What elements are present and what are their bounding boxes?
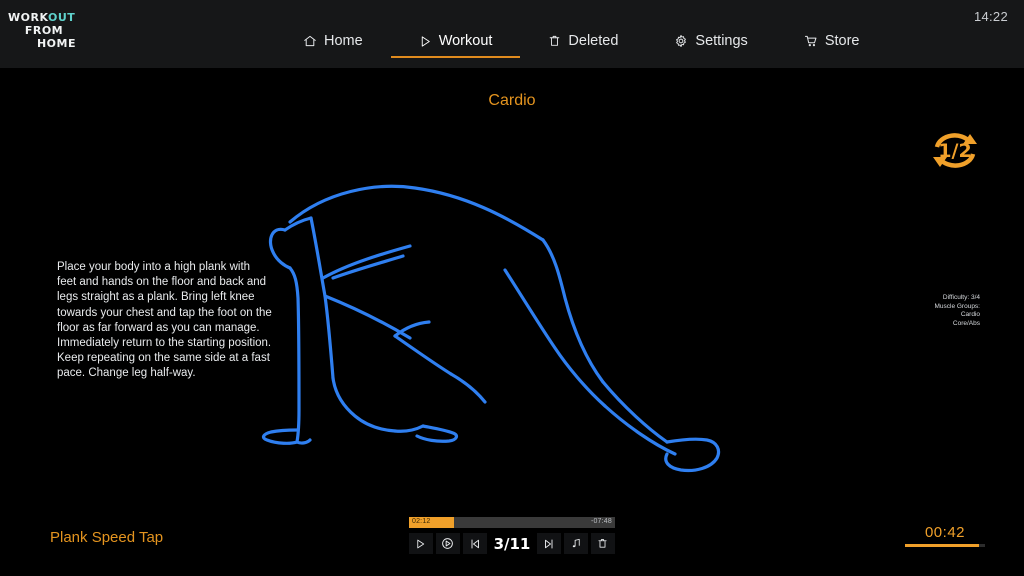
- circled-play-icon: [442, 538, 454, 549]
- system-clock: 14:22: [973, 9, 1008, 24]
- nav-item-deleted[interactable]: Deleted: [520, 33, 646, 58]
- music-button[interactable]: [564, 533, 588, 554]
- previous-button[interactable]: [462, 533, 487, 554]
- logo-text-from: FROM: [24, 24, 64, 37]
- difficulty-label: Difficulty: 3/4: [942, 294, 980, 301]
- app-logo: WORKOUT FROM HOME: [8, 11, 80, 50]
- nav-item-home[interactable]: Home: [275, 33, 391, 58]
- home-icon: [303, 34, 317, 48]
- muscle-groups-label: Muscle Groups:: [934, 302, 980, 310]
- nav-item-store[interactable]: Store: [776, 33, 888, 58]
- logo-text-work: WORK: [8, 11, 48, 24]
- exercise-metadata: Difficulty: 3/4 Muscle Groups: Cardio Co…: [880, 294, 980, 328]
- playback-progress-bar[interactable]: 02:12 -07:48: [409, 517, 615, 528]
- nav-label-workout: Workout: [438, 33, 493, 49]
- nav-item-settings[interactable]: Settings: [646, 33, 775, 58]
- repeat-count: 1/2: [938, 139, 972, 162]
- next-button[interactable]: [537, 533, 562, 554]
- countdown-progress-bar: [905, 544, 985, 547]
- skip-back-icon: [471, 539, 479, 548]
- trash-icon: [548, 34, 561, 48]
- workout-app-window: WORKOUT FROM HOME 14:22 Home Workout Del…: [0, 0, 1024, 576]
- countdown-value: 00:42: [924, 524, 966, 541]
- logo-text-out: OUT: [47, 11, 76, 24]
- plank-exercise-illustration: [261, 184, 721, 473]
- nav-label-settings: Settings: [695, 33, 748, 49]
- app-header: WORKOUT FROM HOME 14:22 Home Workout Del…: [0, 0, 1024, 68]
- logo-text-home: HOME: [36, 37, 76, 50]
- exercise-counter: 3/11: [493, 534, 531, 553]
- skip-forward-icon: [545, 539, 553, 548]
- gear-icon: [674, 34, 688, 48]
- main-navigation: Home Workout Deleted Settings Store: [275, 33, 887, 58]
- play-button[interactable]: [409, 533, 433, 554]
- countdown-progress-fill: [905, 544, 979, 547]
- nav-label-home: Home: [324, 33, 363, 49]
- play-icon: [417, 539, 425, 548]
- exercise-illustration: [255, 178, 785, 473]
- nav-label-store: Store: [824, 33, 860, 49]
- player-controls: 3/11: [409, 533, 615, 554]
- exercise-name: Plank Speed Tap: [50, 529, 164, 546]
- muscle-group-2: Core/Abs: [952, 319, 980, 327]
- music-note-icon: [572, 538, 580, 548]
- nav-item-workout[interactable]: Workout: [390, 33, 521, 58]
- delete-button[interactable]: [591, 533, 615, 554]
- nav-label-deleted: Deleted: [568, 33, 619, 49]
- exercise-instructions: Place your body into a high plank with f…: [57, 261, 272, 380]
- repeat-badge: 1/2: [925, 123, 985, 178]
- muscle-group-1: Cardio: [960, 311, 980, 319]
- replay-button[interactable]: [435, 533, 460, 554]
- cart-icon: [804, 34, 818, 48]
- trash-icon: [598, 539, 608, 548]
- play-icon: [419, 35, 432, 48]
- elapsed-time: 02:12: [412, 518, 431, 525]
- remaining-time: -07:48: [590, 518, 612, 525]
- section-title: Cardio: [488, 92, 536, 109]
- countdown-timer: 00:42: [905, 524, 985, 547]
- media-player: 02:12 -07:48 3/11: [409, 517, 615, 554]
